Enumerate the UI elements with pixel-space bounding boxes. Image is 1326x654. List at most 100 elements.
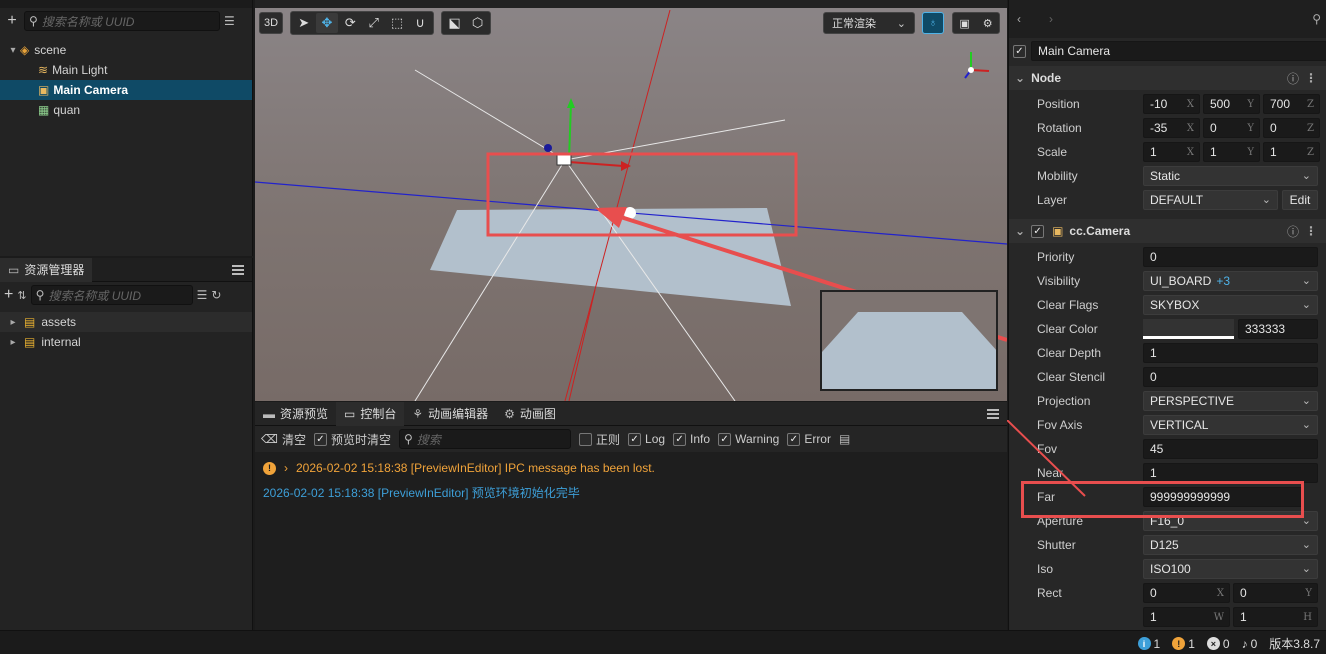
more-icon[interactable]: ⋮ (1305, 224, 1317, 238)
tree-item-internal[interactable]: ▸ ▤ internal (0, 332, 252, 352)
error-filter-checkbox[interactable]: ✓ Error (787, 432, 831, 446)
log-line-info[interactable]: 2026-02-02 15:18:38 [PreviewInEditor] 预览… (255, 480, 1007, 504)
add-node-icon[interactable]: + (4, 12, 20, 30)
scale-tool-icon[interactable]: ⤢ (363, 13, 384, 33)
add-asset-icon[interactable]: + (4, 286, 13, 304)
clear-flags-select[interactable]: SKYBOX ⌄ (1143, 295, 1318, 315)
move-tool-icon[interactable]: ✥ (316, 13, 338, 33)
tab-assets[interactable]: ▭ 资源管理器 (0, 257, 93, 282)
error-count[interactable]: × 0 (1206, 635, 1230, 652)
priority-input[interactable]: 0 (1143, 247, 1318, 267)
node-active-checkbox[interactable]: ✓ (1013, 44, 1026, 58)
shutter-select[interactable]: D125 ⌄ (1143, 535, 1318, 555)
pin-icon[interactable]: ⚲ (1312, 12, 1321, 26)
chevron-right-icon[interactable]: › (284, 461, 288, 475)
refresh-icon[interactable]: ↻ (211, 288, 221, 302)
scale-x-input[interactable]: 1X (1143, 142, 1200, 162)
chevron-down-icon: ⌄ (896, 17, 906, 30)
rotation-x-input[interactable]: -35 X (1143, 118, 1200, 138)
more-icon[interactable]: ⋮ (1305, 71, 1317, 85)
position-x-input[interactable]: -10 X (1143, 94, 1200, 114)
render-mode-select[interactable]: 正常渲染 ⌄ (823, 12, 915, 34)
gizmo-z-handle[interactable] (544, 144, 552, 152)
regex-checkbox[interactable]: 正则 (579, 431, 620, 448)
clear-stencil-input[interactable]: 0 (1143, 367, 1318, 387)
assets-search-input[interactable]: ⚲ 搜索名称或 UUID (30, 285, 193, 305)
forward-arrow-icon[interactable]: › (1049, 12, 1053, 26)
chevron-down-icon[interactable]: ▾ (6, 45, 20, 56)
projection-select[interactable]: PERSPECTIVE ⌄ (1143, 391, 1318, 411)
version-label: 版本3.8.7 (1269, 637, 1320, 651)
rotation-z-input[interactable]: 0Z (1263, 118, 1320, 138)
camera-section-header[interactable]: ⌄ ✓ ▣ cc.Camera ⓘ ⋮ (1009, 219, 1326, 243)
tree-item-main-light[interactable]: ≋ Main Light (0, 60, 252, 80)
position-z-input[interactable]: 700 Z (1263, 94, 1320, 114)
snap-tool-icon[interactable]: ∪ (410, 13, 431, 33)
chevron-right-icon[interactable]: ▸ (6, 337, 20, 348)
console-search-input[interactable]: ⚲ 搜索 (399, 429, 571, 449)
tab-console[interactable]: ▭ 控制台 (336, 401, 405, 426)
rect-x-input[interactable]: 0X (1143, 583, 1230, 603)
scene-view[interactable]: 3D ➤ ✥ ⟳ ⤢ ⬚ ∪ ⬕ ⬡ 正常渲染 ⌄ ♁ ▣ ⚙ (255, 0, 1007, 401)
tab-animation-editor[interactable]: ⚘ 动画编辑器 (404, 402, 496, 426)
scale-y-input[interactable]: 1Y (1203, 142, 1260, 162)
assets-menu-icon[interactable] (232, 264, 244, 275)
anim-graph-icon: ⚙ (504, 406, 515, 421)
position-y-input[interactable]: 500 Y (1203, 94, 1260, 114)
tab-animation-graph[interactable]: ⚙ 动画图 (496, 402, 564, 426)
clear-depth-input[interactable]: 1 (1143, 343, 1318, 363)
assets-toolbar: + ⇅ ⚲ 搜索名称或 UUID ☰ ↻ (0, 282, 252, 308)
local-global-icon[interactable]: ⬡ (467, 13, 488, 33)
clear-on-preview-checkbox[interactable]: ✓ 预览时清空 (313, 431, 391, 448)
tree-item-scene[interactable]: ▾ ◈ scene (0, 40, 252, 60)
gizmo-y-axis[interactable] (568, 102, 572, 161)
log-line-warning[interactable]: ! › 2026-02-02 15:18:38 [PreviewInEditor… (255, 456, 1007, 480)
rect-tool-icon[interactable]: ⬚ (386, 13, 407, 33)
light-toggle-button[interactable]: ♁ (922, 12, 944, 34)
clear-color-swatch[interactable] (1143, 319, 1234, 339)
camera-enabled-checkbox[interactable]: ✓ (1031, 224, 1045, 238)
tree-item-assets[interactable]: ▸ ▤ assets (0, 312, 252, 332)
gizmo-y-arrow[interactable] (567, 98, 575, 108)
node-section-header[interactable]: ⌄ Node ⓘ ⋮ (1009, 66, 1326, 90)
mode-3d-button[interactable]: 3D (259, 12, 283, 34)
select-tool-icon[interactable]: ➤ (293, 13, 314, 33)
iso-select[interactable]: ISO100 ⌄ (1143, 559, 1318, 579)
rect-h-input[interactable]: 1H (1233, 607, 1318, 627)
rect-y-input[interactable]: 0Y (1233, 583, 1318, 603)
rotation-y-input[interactable]: 0Y (1203, 118, 1260, 138)
info-filter-checkbox[interactable]: ✓ Info (673, 432, 710, 446)
info-count[interactable]: i 1 (1137, 635, 1160, 652)
log-filter-checkbox[interactable]: ✓ Log (628, 432, 665, 446)
camera-settings-button[interactable]: ▣ ⚙ (952, 12, 1000, 34)
clear-button[interactable]: ⌫ 清空 (261, 431, 306, 448)
back-arrow-icon[interactable]: ‹ (1017, 12, 1021, 26)
camera-gizmo-icon[interactable] (556, 154, 572, 166)
notification-count[interactable]: ♪ 0 (1242, 635, 1258, 652)
pivot-icon[interactable]: ⬕ (444, 13, 465, 33)
console-menu-icon[interactable] (987, 408, 999, 419)
layer-edit-button[interactable]: Edit (1282, 190, 1318, 210)
tree-item-main-camera[interactable]: ▣ Main Camera (0, 80, 252, 100)
tree-item-quan[interactable]: ▦ quan (0, 100, 252, 120)
mobility-select[interactable]: Static ⌄ (1143, 166, 1318, 186)
open-log-file-icon[interactable]: ▤ (839, 432, 850, 446)
help-icon[interactable]: ⓘ (1287, 223, 1299, 240)
help-icon[interactable]: ⓘ (1287, 70, 1299, 87)
clear-color-hex-input[interactable]: 333333 (1238, 319, 1318, 339)
chevron-right-icon[interactable]: ▸ (6, 317, 20, 328)
node-name-input[interactable]: Main Camera (1031, 41, 1326, 61)
hierarchy-search-input[interactable]: ⚲ 搜索名称或 UUID (24, 11, 220, 31)
tab-asset-preview[interactable]: ▬ 资源预览 (255, 402, 336, 426)
rect-w-input[interactable]: 1W (1143, 607, 1230, 627)
gizmo-x-axis[interactable] (568, 161, 624, 167)
warning-count[interactable]: ! 1 (1172, 635, 1195, 652)
scale-z-input[interactable]: 1Z (1263, 142, 1320, 162)
rotate-tool-icon[interactable]: ⟳ (340, 13, 361, 33)
layer-select[interactable]: DEFAULT ⌄ (1143, 190, 1278, 210)
collapse-assets-icon[interactable]: ☰ (197, 288, 208, 302)
visibility-select[interactable]: UI_BOARD +3 ⌄ (1143, 271, 1318, 291)
sort-icon[interactable]: ⇅ (17, 289, 26, 302)
warning-filter-checkbox[interactable]: ✓ Warning (718, 432, 779, 446)
collapse-tree-icon[interactable]: ☰ (224, 14, 235, 28)
